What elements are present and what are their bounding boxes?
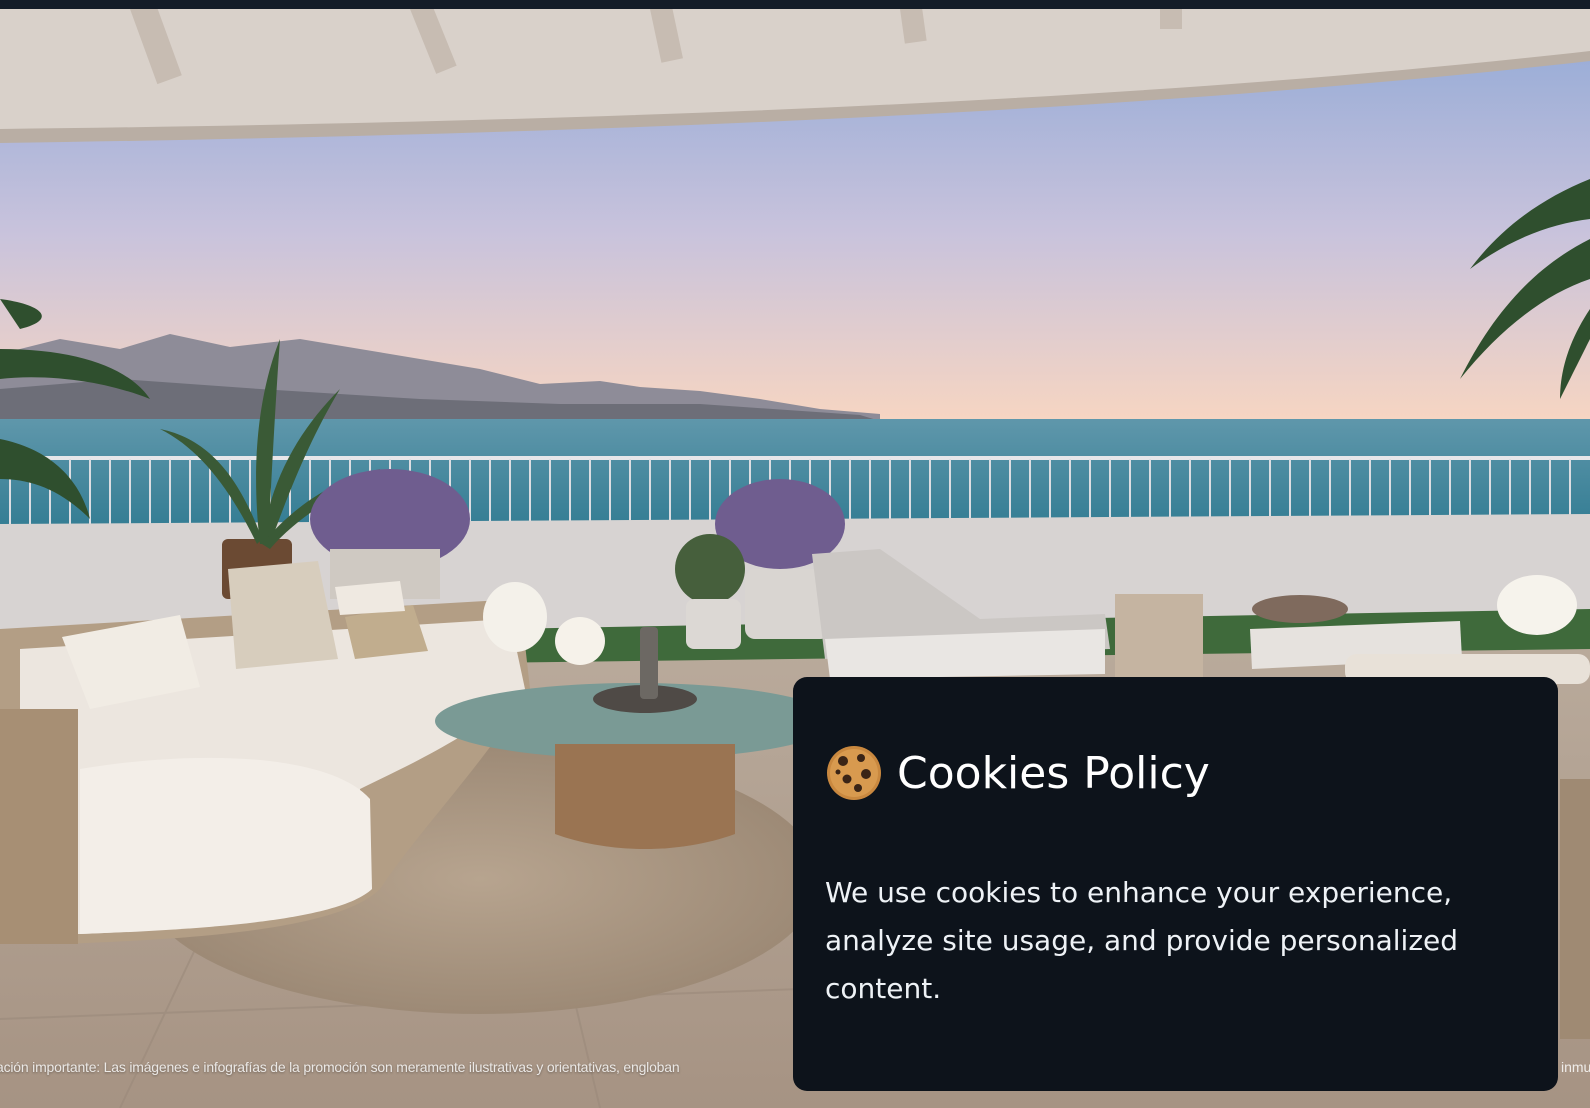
cookie-icon: [825, 744, 883, 802]
cookie-banner-header: Cookies Policy: [825, 711, 1526, 835]
legal-disclaimer: ación importante: Las imágenes e infogra…: [0, 1059, 680, 1075]
cookie-banner: Cookies Policy We use cookies to enhance…: [793, 677, 1558, 1091]
cookie-banner-title: Cookies Policy: [897, 747, 1210, 799]
legal-disclaimer-continuation: inmu: [1561, 1059, 1590, 1075]
top-bar: [0, 0, 1590, 9]
cookie-banner-message: We use cookies to enhance your experienc…: [825, 876, 1459, 1006]
